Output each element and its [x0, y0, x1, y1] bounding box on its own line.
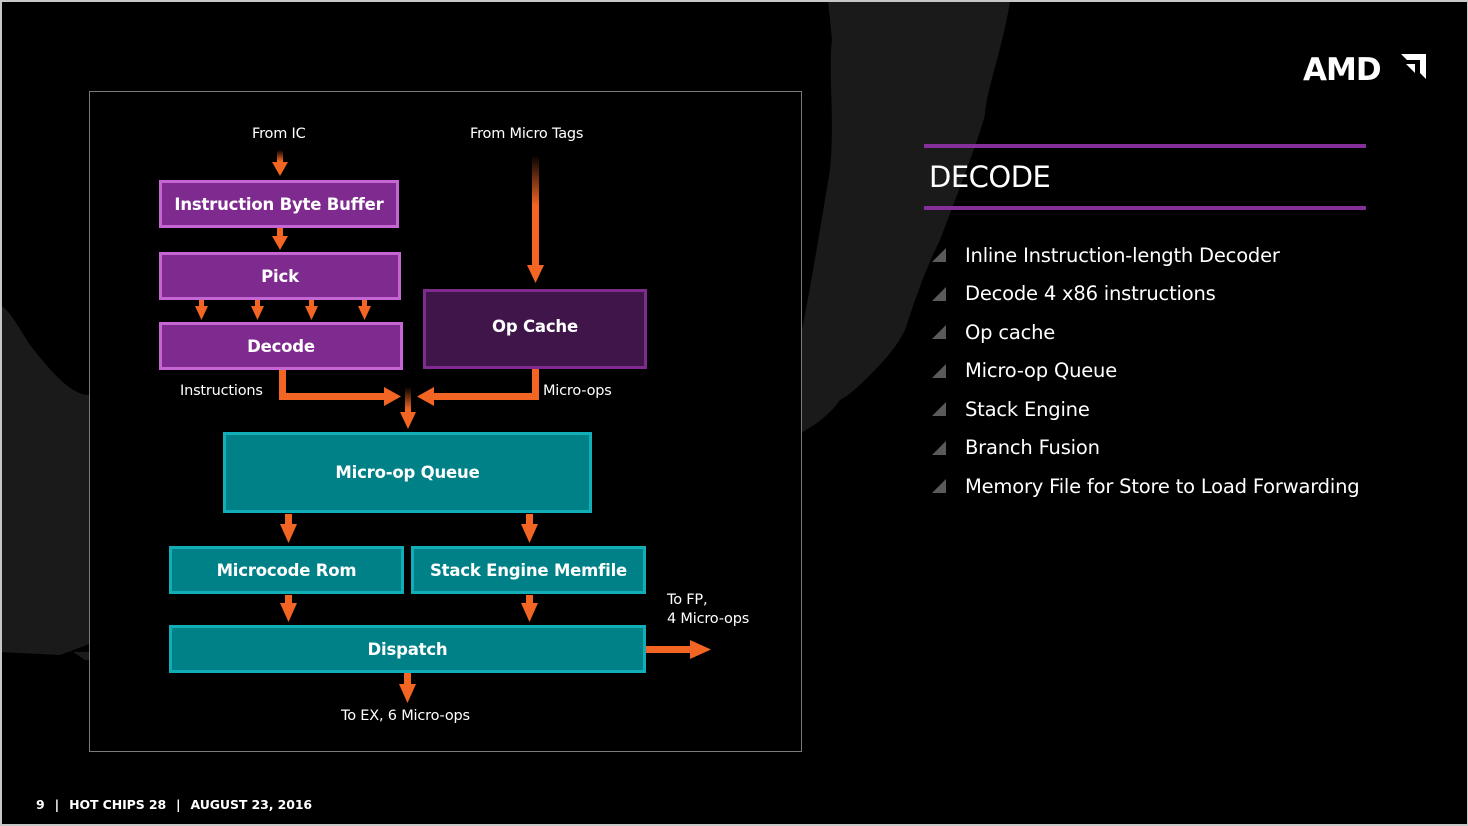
arrow-to-fp	[646, 640, 711, 659]
block-dispatch-label: Dispatch	[367, 639, 448, 659]
bullet-text: Micro-op Queue	[965, 359, 1118, 383]
block-instruction-byte-buffer: Instruction Byte Buffer	[159, 180, 399, 228]
triangle-bullet-icon	[932, 248, 946, 263]
bullet-list: Inline Instruction-length Decoder Decode…	[930, 236, 1360, 506]
block-micro-op-queue: Micro-op Queue	[223, 432, 592, 513]
block-op-cache-label: Op Cache	[492, 316, 578, 336]
arrow-to-ex	[399, 673, 416, 703]
triangle-bullet-icon	[932, 286, 946, 301]
arrow-from-micro-tags	[527, 155, 544, 283]
slide-title: DECODE	[929, 160, 1051, 194]
bullet-item: Branch Fusion	[930, 429, 1359, 468]
triangle-bullet-icon	[932, 325, 946, 340]
bullet-text: Stack Engine	[965, 397, 1090, 421]
bullet-text: Memory File for Store to Load Forwarding	[965, 474, 1360, 498]
block-dispatch: Dispatch	[169, 625, 646, 673]
block-microcode-rom: Microcode Rom	[169, 546, 404, 594]
arrow-pick-to-decode-2	[251, 300, 264, 320]
title-rule-top	[924, 144, 1366, 148]
label-to-fp-line2: 4 Micro-ops	[667, 611, 750, 627]
block-pick: Pick	[159, 252, 401, 300]
block-op-cache: Op Cache	[423, 289, 647, 369]
bullet-text: Branch Fusion	[965, 436, 1100, 460]
block-stack-engine-memfile-label: Stack Engine Memfile	[429, 560, 628, 580]
arrow-microcode-rom-to-dispatch	[280, 595, 297, 622]
bullet-text: Inline Instruction-length Decoder	[965, 243, 1280, 267]
arrow-ibb-to-pick	[272, 228, 288, 250]
bullet-text: Decode 4 x86 instructions	[965, 282, 1216, 306]
title-rule-bottom	[924, 206, 1366, 210]
page-number: 9	[36, 797, 45, 812]
arrow-to-micro-op-queue	[400, 387, 416, 429]
arrow-pick-to-decode-4	[358, 300, 371, 320]
label-to-ex: To EX, 6 Micro-ops	[341, 708, 470, 724]
footer-separator: |	[54, 797, 60, 812]
bullet-item: Decode 4 x86 instructions	[930, 275, 1359, 314]
block-stack-engine-memfile: Stack Engine Memfile	[411, 546, 646, 594]
footer-date: AUGUST 23, 2016	[190, 797, 313, 812]
bullet-text: Op cache	[965, 320, 1056, 344]
arrow-micro-ops	[417, 369, 539, 406]
bullet-item: Stack Engine	[930, 390, 1359, 429]
arrow-from-ic	[272, 150, 288, 176]
block-pick-label: Pick	[261, 266, 299, 286]
arrow-queue-to-microcode-rom	[280, 514, 297, 543]
bullet-item: Micro-op Queue	[930, 352, 1359, 391]
block-instruction-byte-buffer-label: Instruction Byte Buffer	[174, 194, 384, 214]
triangle-bullet-icon	[932, 363, 946, 378]
slide-footer: 9 | HOT CHIPS 28 | AUGUST 23, 2016	[36, 797, 312, 812]
triangle-bullet-icon	[932, 402, 946, 417]
arrow-stack-engine-to-dispatch	[521, 595, 538, 622]
triangle-bullet-icon	[932, 440, 946, 455]
label-from-ic: From IC	[252, 126, 306, 142]
arrow-pick-to-decode-3	[305, 300, 318, 320]
label-from-micro-tags: From Micro Tags	[470, 126, 584, 142]
label-to-fp-line1: To FP,	[667, 592, 708, 608]
arrow-queue-to-stack-engine	[521, 514, 538, 543]
block-decode-label: Decode	[247, 336, 315, 356]
footer-separator: |	[176, 797, 181, 812]
triangle-bullet-icon	[932, 479, 946, 494]
label-micro-ops: Micro-ops	[543, 383, 612, 399]
label-instructions: Instructions	[180, 383, 263, 399]
arrow-instructions	[279, 369, 401, 406]
footer-event: HOT CHIPS 28	[69, 797, 167, 812]
arrow-pick-to-decode-1	[195, 300, 208, 320]
bullet-item: Memory File for Store to Load Forwarding	[930, 467, 1360, 506]
block-microcode-rom-label: Microcode Rom	[216, 560, 357, 580]
bullet-item: Inline Instruction-length Decoder	[930, 236, 1359, 275]
block-micro-op-queue-label: Micro-op Queue	[335, 463, 480, 482]
bullet-item: Op cache	[930, 313, 1359, 352]
block-decode: Decode	[159, 322, 403, 370]
